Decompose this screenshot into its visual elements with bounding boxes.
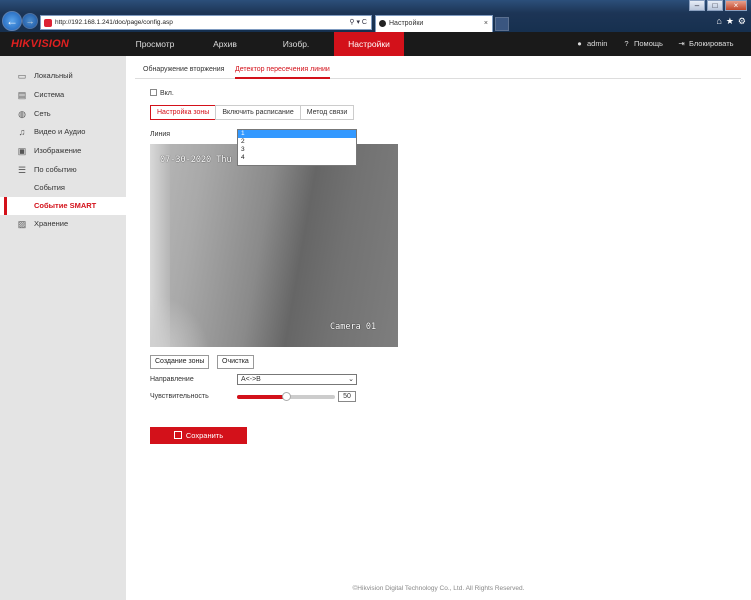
site-favicon-icon (44, 19, 52, 27)
hikvision-logo: HIKVISION (11, 38, 70, 50)
sidebar-item-image[interactable]: ▣ Изображение (0, 142, 126, 160)
video-preview[interactable]: 07-30-2020 Thu Camera 01 (150, 144, 398, 347)
address-url: http://192.168.1.241/doc/page/config.asp (55, 19, 173, 26)
sidebar-item-local[interactable]: ▭ Локальный (0, 67, 126, 85)
monitor-icon: ▭ (17, 71, 27, 81)
sensitivity-label: Чувствительность (150, 393, 209, 400)
home-icon[interactable]: ⌂ (716, 16, 721, 27)
globe-icon: ◍ (18, 109, 26, 119)
user-menu[interactable]: ● admin (575, 32, 607, 56)
line-option[interactable]: 1 (238, 130, 356, 138)
sidebar-item-label: События (34, 183, 65, 192)
forward-button[interactable]: → (22, 13, 38, 29)
step-arming-schedule[interactable]: Включить расписание (215, 105, 301, 120)
menu-live-view[interactable]: Просмотр (126, 32, 184, 56)
settings-gear-icon[interactable]: ⚙ (738, 16, 746, 27)
sidebar-item-label: Событие SMART (34, 201, 97, 210)
sidebar-item-label: По событию (34, 165, 77, 174)
user-name: admin (587, 39, 608, 48)
browser-icons: ⌂ ★ ⚙ (716, 16, 746, 27)
step-area-settings[interactable]: Настройка зоны (150, 105, 217, 120)
video-audio-icon: ♫ (18, 127, 26, 137)
event-icon: ☰ (17, 165, 27, 175)
save-icon (173, 431, 182, 439)
menu-picture[interactable]: Изобр. (268, 32, 324, 56)
address-bar[interactable]: http://192.168.1.241/doc/page/config.asp… (40, 15, 372, 30)
chevron-down-icon: ⌄ (348, 376, 354, 383)
sidebar-item-storage[interactable]: ▨ Хранение (0, 215, 126, 233)
line-option[interactable]: 3 (238, 146, 356, 154)
sidebar-item-label: Видео и Аудио (34, 127, 86, 136)
lock-link[interactable]: ⇥ Блокировать (677, 32, 734, 56)
minimize-button[interactable]: – (689, 0, 705, 11)
browser-tab[interactable]: Настройки × (375, 15, 493, 32)
checkbox-box[interactable] (150, 89, 157, 96)
sensitivity-value-input[interactable]: 50 (338, 391, 356, 402)
help-link[interactable]: ? Помощь (622, 32, 663, 56)
footer-copyright: ©Hikvision Digital Technology Co., Ltd. … (352, 585, 525, 592)
osd-timestamp: 07-30-2020 Thu (160, 155, 232, 165)
slider-fill (237, 395, 286, 399)
clear-button[interactable]: Очистка (217, 355, 254, 369)
tab-close-icon[interactable]: × (484, 16, 488, 31)
line-option[interactable]: 2 (238, 138, 356, 146)
direction-value: A<->B (241, 376, 261, 383)
draw-area-button[interactable]: Создание зоны (150, 355, 210, 369)
direction-select[interactable]: A<->B ⌄ (237, 374, 357, 385)
back-button[interactable]: ← (2, 11, 22, 31)
slider-handle[interactable] (282, 392, 291, 401)
sidebar-item-system[interactable]: ▤ Система (0, 86, 126, 104)
enable-label: Вкл. (160, 90, 174, 97)
browser-toolbar: – □ × ← → http://192.168.1.241/doc/page/… (0, 0, 751, 32)
new-tab-button[interactable] (495, 17, 509, 31)
sidebar-item-smart-event[interactable]: Событие SMART (0, 197, 126, 215)
top-navigation: HIKVISION Просмотр Архив Изобр. Настройк… (0, 32, 751, 56)
logout-icon: ⇥ (678, 39, 685, 48)
direction-label: Направление (150, 376, 194, 383)
line-option[interactable]: 4 (238, 154, 356, 162)
user-icon: ● (577, 39, 582, 48)
osd-camera-name: Camera 01 (330, 322, 377, 332)
step-linkage-method[interactable]: Метод связи (299, 105, 355, 120)
tab-favicon-icon (379, 20, 386, 27)
sidebar: ▭ Локальный ▤ Система ◍ Сеть ♫ Видео и А… (0, 56, 126, 600)
tab-line-crossing[interactable]: Детектор пересечения линии (235, 63, 330, 79)
tab-intrusion-detection[interactable]: Обнаружение вторжения (143, 63, 224, 79)
image-icon: ▣ (17, 146, 27, 156)
help-label: Помощь (634, 39, 663, 48)
menu-configuration[interactable]: Настройки (334, 32, 404, 56)
line-dropdown-list[interactable]: 1 2 3 4 (237, 129, 357, 166)
storage-icon: ▨ (17, 219, 27, 229)
sidebar-item-label: Хранение (34, 219, 69, 228)
lock-label: Блокировать (689, 39, 734, 48)
sidebar-item-basic-event[interactable]: События (0, 179, 126, 197)
sidebar-item-label: Локальный (34, 71, 73, 80)
address-tools[interactable]: ⚲ ▾ C (349, 16, 367, 29)
close-window-button[interactable]: × (725, 0, 747, 11)
favorites-icon[interactable]: ★ (726, 16, 734, 27)
maximize-button[interactable]: □ (707, 0, 723, 11)
enable-checkbox[interactable]: Вкл. (150, 89, 174, 97)
tab-title: Настройки (389, 20, 424, 27)
sidebar-item-label: Изображение (34, 146, 82, 155)
system-icon: ▤ (17, 90, 27, 100)
line-label: Линия (150, 131, 171, 138)
sidebar-item-video-audio[interactable]: ♫ Видео и Аудио (0, 123, 126, 141)
menu-playback[interactable]: Архив (199, 32, 251, 56)
save-label: Сохранить (185, 431, 224, 440)
sidebar-item-event[interactable]: ☰ По событию (0, 161, 126, 179)
window-controls: – □ × (689, 0, 747, 11)
config-steps: Настройка зоны Включить расписание Метод… (150, 105, 355, 120)
sidebar-item-network[interactable]: ◍ Сеть (0, 105, 126, 123)
sensitivity-slider[interactable] (237, 392, 335, 401)
video-shade (150, 294, 210, 347)
save-button[interactable]: Сохранить (150, 427, 247, 444)
sidebar-item-label: Система (34, 90, 65, 99)
event-tabs: Обнаружение вторжения Детектор пересечен… (135, 63, 741, 79)
help-icon: ? (624, 39, 629, 48)
sidebar-item-label: Сеть (34, 109, 51, 118)
